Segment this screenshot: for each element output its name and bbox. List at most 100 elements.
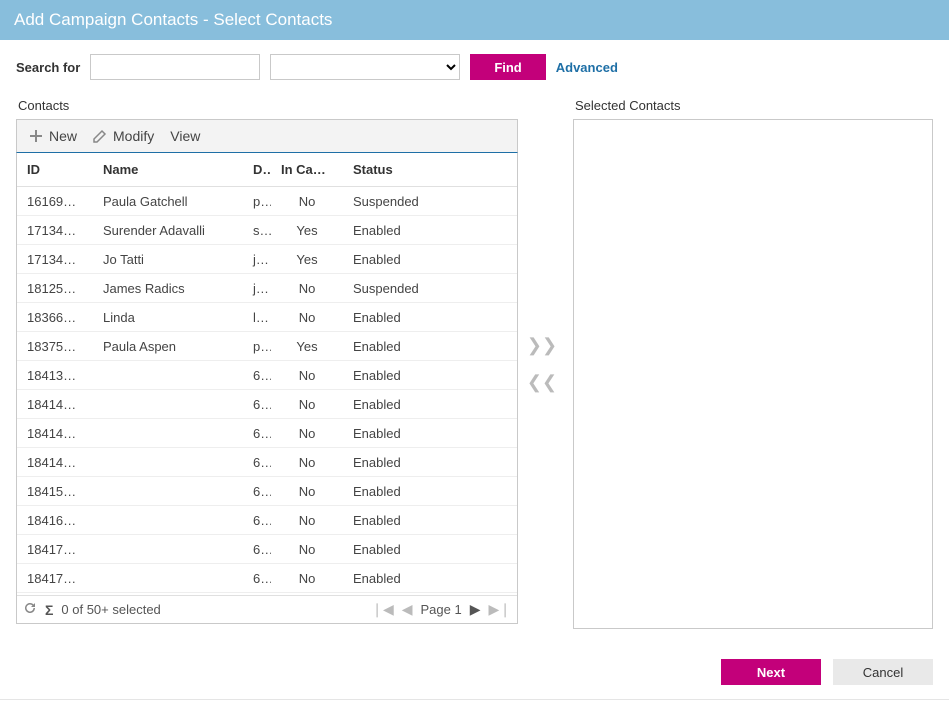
cell-id: 184168654 (17, 513, 93, 528)
cell-in-camp: Yes (271, 223, 343, 238)
contacts-grid: ID Name De In Camp… Status 16169408Paula… (16, 152, 518, 624)
cell-name: James Radics (93, 281, 243, 296)
body-row: Contacts New Modify (16, 98, 933, 629)
cell-de: 64 (243, 542, 271, 557)
table-row[interactable]: 184143142 64NoEnabled (17, 390, 517, 419)
find-button[interactable]: Find (470, 54, 545, 80)
cell-id: 181254639 (17, 281, 93, 296)
pencil-icon (93, 129, 107, 143)
cell-de: 64 (243, 455, 271, 470)
cell-id: 184143142 (17, 397, 93, 412)
table-row[interactable]: 171343255Jo TattijoYesEnabled (17, 245, 517, 274)
cell-status: Enabled (343, 571, 453, 586)
table-row[interactable]: 184177752 64NoEnabled (17, 564, 517, 593)
cell-de: pa (243, 339, 271, 354)
grid-footer: Σ 0 of 50+ selected ❘◀ ◀ Page 1 ▶ ▶❘ (17, 595, 517, 623)
cell-id: 184177752 (17, 571, 93, 586)
cell-id: 171343255 (17, 252, 93, 267)
cell-de: 64 (243, 426, 271, 441)
cell-status: Enabled (343, 455, 453, 470)
grid-header: ID Name De In Camp… Status (17, 153, 517, 187)
refresh-icon[interactable] (23, 601, 37, 618)
table-row[interactable]: 18415879064NoEnabled (17, 477, 517, 506)
col-name[interactable]: Name (93, 162, 243, 177)
last-page-icon[interactable]: ▶❘ (489, 601, 512, 618)
cell-status: Enabled (343, 542, 453, 557)
selected-panel: Selected Contacts (573, 98, 933, 629)
cell-in-camp: Yes (271, 252, 343, 267)
search-label: Search for (16, 60, 80, 75)
table-row[interactable]: 18417400664NoEnabled (17, 535, 517, 564)
cell-status: Enabled (343, 484, 453, 499)
table-row[interactable]: 184133549 64NoEnabled (17, 361, 517, 390)
advanced-link[interactable]: Advanced (556, 60, 618, 75)
cell-name: Jo Tatti (93, 252, 243, 267)
page-label: Page 1 (421, 602, 462, 617)
move-left-icon[interactable]: ❮❮ (527, 372, 557, 393)
search-input[interactable] (90, 54, 260, 80)
selected-label: Selected Contacts (575, 98, 933, 113)
new-button[interactable]: New (23, 125, 83, 147)
cell-de: su (243, 223, 271, 238)
cell-name: Paula Gatchell (93, 194, 243, 209)
cell-name: Surender Adavalli (93, 223, 243, 238)
grid-footer-right: ❘◀ ◀ Page 1 ▶ ▶❘ (371, 601, 511, 618)
cell-in-camp: No (271, 397, 343, 412)
selected-listbox[interactable] (573, 119, 933, 629)
contacts-panel: Contacts New Modify (16, 98, 518, 629)
dialog: Add Campaign Contacts - Select Contacts … (0, 0, 949, 700)
prev-page-icon[interactable]: ◀ (402, 601, 413, 618)
table-row[interactable]: 183668905LindalinNoEnabled (17, 303, 517, 332)
cell-name: Linda (93, 310, 243, 325)
cell-in-camp: No (271, 571, 343, 586)
search-select[interactable] (270, 54, 460, 80)
col-in-camp[interactable]: In Camp… (271, 162, 343, 177)
grid-footer-left: Σ 0 of 50+ selected (23, 601, 161, 618)
cell-status: Enabled (343, 368, 453, 383)
col-id[interactable]: ID (17, 162, 93, 177)
table-row[interactable]: 171343254Surender AdavallisuYesEnabled (17, 216, 517, 245)
modify-button[interactable]: Modify (87, 125, 160, 147)
cell-id: 183668905 (17, 310, 93, 325)
cell-de: 64 (243, 571, 271, 586)
table-row[interactable]: 181254639James RadicsjaNoSuspended (17, 274, 517, 303)
cell-status: Suspended (343, 281, 453, 296)
table-row[interactable]: 18416865464NoEnabled (17, 506, 517, 535)
move-right-icon[interactable]: ❯❯ (527, 335, 557, 356)
cell-in-camp: No (271, 542, 343, 557)
view-button[interactable]: View (164, 125, 206, 147)
table-row[interactable]: 18414441464NoEnabled (17, 419, 517, 448)
cell-in-camp: No (271, 513, 343, 528)
first-page-icon[interactable]: ❘◀ (371, 601, 394, 618)
col-status[interactable]: Status (343, 162, 453, 177)
selection-text: 0 of 50+ selected (61, 602, 160, 617)
table-row[interactable]: 18414764664NoEnabled (17, 448, 517, 477)
cell-status: Enabled (343, 223, 453, 238)
modify-label: Modify (113, 128, 154, 144)
cell-id: 184133549 (17, 368, 93, 383)
dialog-title: Add Campaign Contacts - Select Contacts (0, 0, 949, 40)
cell-de: 64 (243, 484, 271, 499)
next-page-icon[interactable]: ▶ (470, 601, 481, 618)
cell-id: 184158790 (17, 484, 93, 499)
cell-id: 184147646 (17, 455, 93, 470)
table-row[interactable]: 16169408Paula GatchellpaNoSuspended (17, 187, 517, 216)
col-de[interactable]: De (243, 162, 271, 177)
cell-id: 171343254 (17, 223, 93, 238)
cell-de: 64 (243, 513, 271, 528)
cell-status: Enabled (343, 426, 453, 441)
cell-id: 16169408 (17, 194, 93, 209)
cell-in-camp: No (271, 368, 343, 383)
cell-status: Enabled (343, 397, 453, 412)
cell-de: 64 (243, 368, 271, 383)
grid-body[interactable]: 16169408Paula GatchellpaNoSuspended17134… (17, 187, 517, 595)
next-button[interactable]: Next (721, 659, 821, 685)
cell-de: jo (243, 252, 271, 267)
search-row: Search for Find Advanced (16, 54, 933, 80)
cell-de: 64 (243, 397, 271, 412)
cell-status: Suspended (343, 194, 453, 209)
cell-status: Enabled (343, 310, 453, 325)
cancel-button[interactable]: Cancel (833, 659, 933, 685)
table-row[interactable]: 183753481Paula AspenpaYesEnabled (17, 332, 517, 361)
sigma-icon[interactable]: Σ (45, 602, 53, 618)
